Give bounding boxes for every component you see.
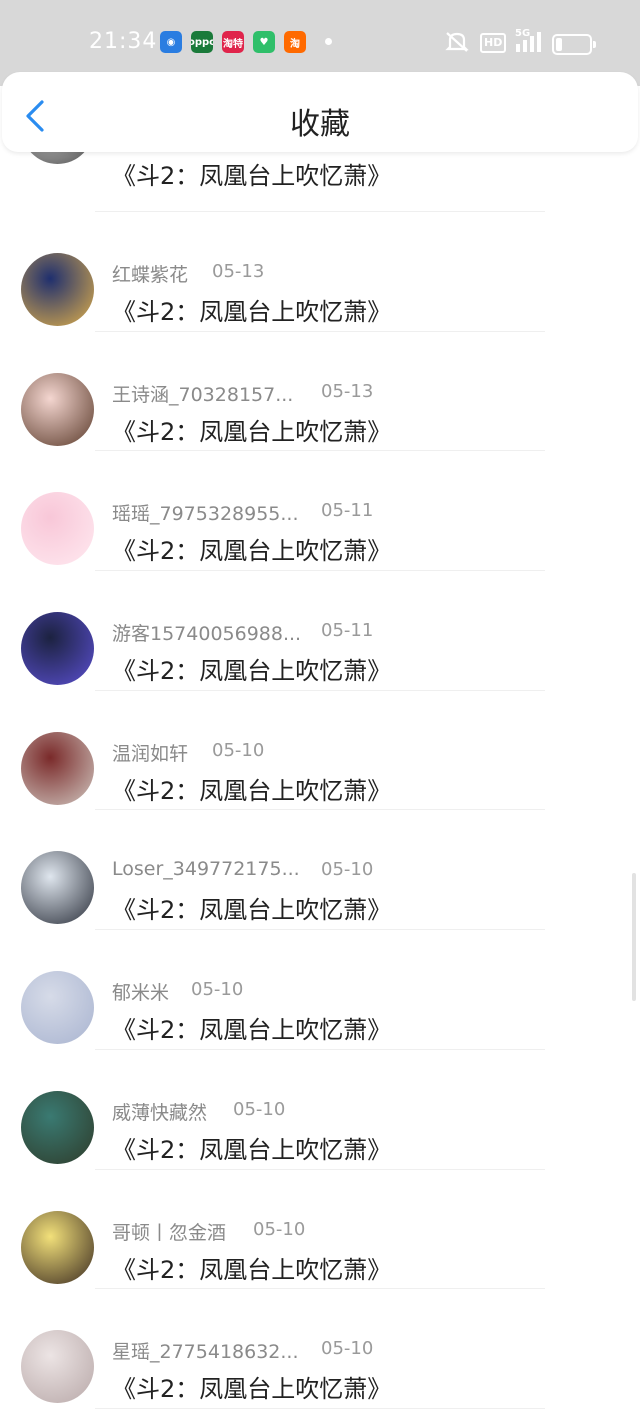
book-title: 《斗2：凤凰台上吹忆萧》 bbox=[112, 1375, 392, 1404]
status-time: 21:34 bbox=[89, 29, 158, 54]
book-title: 《斗2：凤凰台上吹忆萧》 bbox=[112, 1016, 392, 1045]
signal-icon bbox=[516, 32, 541, 52]
avatar[interactable] bbox=[21, 731, 94, 805]
list-item[interactable]: 游客15740056988... 05-11 《斗2：凤凰台上吹忆萧》 bbox=[0, 571, 640, 691]
user-name: 王诗涵_70328157... bbox=[112, 383, 294, 406]
favorites-list: 《斗2：凤凰台上吹忆萧》 红蝶紫花 05-13 《斗2：凤凰台上吹忆萧》 王诗涵_703… bbox=[0, 91, 640, 1409]
list-item[interactable]: Loser_349772175... 05-10 《斗2：凤凰台上吹忆萧》 bbox=[0, 810, 640, 931]
hd-badge: HD bbox=[480, 33, 507, 53]
user-name: 游客15740056988... bbox=[112, 623, 302, 646]
avatar[interactable] bbox=[21, 492, 94, 566]
book-title: 《斗2：凤凰台上吹忆萧》 bbox=[112, 776, 392, 805]
divider bbox=[95, 1407, 545, 1409]
avatar[interactable] bbox=[21, 971, 94, 1045]
user-name: 郁米米 bbox=[112, 982, 170, 1005]
post-date: 05-11 bbox=[321, 500, 374, 522]
post-date: 05-11 bbox=[321, 620, 374, 642]
book-title: 《斗2：凤凰台上吹忆萧》 bbox=[112, 162, 392, 190]
avatar[interactable] bbox=[21, 1210, 94, 1284]
user-name: 星瑶_2775418632... bbox=[112, 1341, 299, 1364]
notification-icons: ◉ oppo 淘特 ♥ 淘 bbox=[160, 31, 306, 53]
post-date: 05-10 bbox=[321, 859, 374, 881]
book-title: 《斗2：凤凰台上吹忆萧》 bbox=[112, 657, 392, 686]
post-date: 05-10 bbox=[191, 979, 244, 1001]
avatar[interactable] bbox=[21, 851, 94, 925]
post-date: 05-10 bbox=[321, 1338, 374, 1360]
list-item[interactable]: 王诗涵_70328157... 05-13 《斗2：凤凰台上吹忆萧》 bbox=[0, 332, 640, 452]
taobao-app-icon: 淘 bbox=[284, 31, 306, 53]
post-date: 05-13 bbox=[321, 380, 374, 402]
post-date: 05-10 bbox=[233, 1098, 286, 1120]
book-title: 《斗2：凤凰台上吹忆萧》 bbox=[112, 298, 392, 326]
user-name: 红蝶紫花 bbox=[112, 264, 189, 286]
post-date: 05-10 bbox=[212, 739, 265, 761]
book-title: 《斗2：凤凰台上吹忆萧》 bbox=[112, 1255, 392, 1284]
book-title: 《斗2：凤凰台上吹忆萧》 bbox=[112, 896, 392, 925]
taote-app-icon: 淘特 bbox=[222, 31, 244, 53]
post-date: 05-10 bbox=[253, 1218, 306, 1240]
book-title: 《斗2：凤凰台上吹忆萧》 bbox=[112, 417, 392, 446]
user-name: 哥顿丨忽金酒 bbox=[112, 1221, 227, 1244]
list-item[interactable]: 哥顿丨忽金酒 05-10 《斗2：凤凰台上吹忆萧》 bbox=[0, 1170, 640, 1290]
battery-icon bbox=[552, 34, 596, 55]
list-item[interactable]: 郁米米 05-10 《斗2：凤凰台上吹忆萧》 bbox=[0, 930, 640, 1050]
user-name: 温润如轩 bbox=[112, 742, 189, 765]
book-title: 《斗2：凤凰台上吹忆萧》 bbox=[112, 1135, 392, 1164]
avatar[interactable] bbox=[21, 253, 94, 326]
avatar[interactable] bbox=[21, 372, 94, 446]
page-title: 收藏 bbox=[290, 107, 350, 142]
browser-app-icon: ◉ bbox=[160, 31, 182, 53]
avatar[interactable] bbox=[21, 1330, 94, 1404]
list-item[interactable]: 瑶瑶_7975328955... 05-11 《斗2：凤凰台上吹忆萧》 bbox=[0, 451, 640, 572]
list-item[interactable]: 温润如轩 05-10 《斗2：凤凰台上吹忆萧》 bbox=[0, 691, 640, 811]
mute-icon bbox=[445, 32, 469, 52]
list-item[interactable]: 红蝶紫花 05-13 《斗2：凤凰台上吹忆萧》 bbox=[0, 212, 640, 332]
user-name: 瑶瑶_7975328955... bbox=[112, 503, 299, 526]
post-date: 05-13 bbox=[212, 261, 265, 282]
user-name: 威薄快藏然 bbox=[112, 1101, 208, 1124]
user-name: Loser_349772175... bbox=[112, 858, 300, 881]
avatar[interactable] bbox=[21, 1090, 94, 1164]
oppo-app-icon: oppo bbox=[191, 31, 213, 53]
book-title: 《斗2：凤凰台上吹忆萧》 bbox=[112, 537, 392, 566]
list-item[interactable]: 星瑶_2775418632... 05-10 《斗2：凤凰台上吹忆萧》 bbox=[0, 1289, 640, 1409]
more-notifications-dot bbox=[325, 38, 332, 45]
avatar[interactable] bbox=[21, 612, 94, 686]
app-header: 收藏 bbox=[2, 72, 638, 152]
list-item[interactable]: 威薄快藏然 05-10 《斗2：凤凰台上吹忆萧》 bbox=[0, 1050, 640, 1170]
green-app-icon: ♥ bbox=[253, 31, 275, 53]
scrollbar[interactable] bbox=[632, 873, 636, 1001]
